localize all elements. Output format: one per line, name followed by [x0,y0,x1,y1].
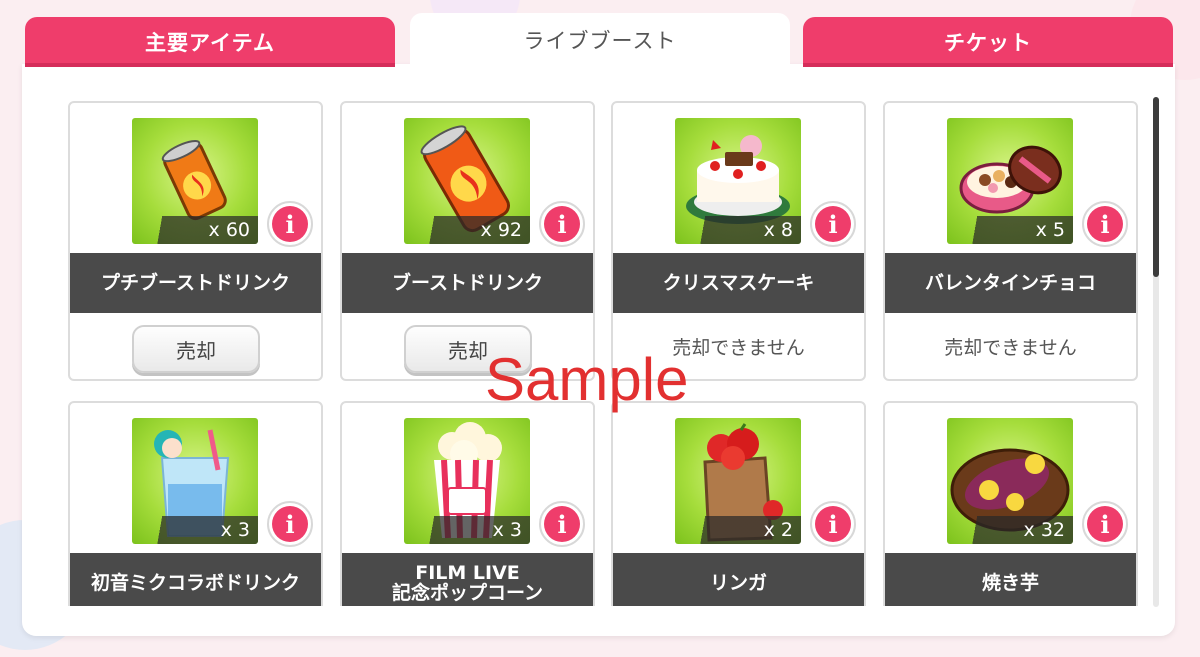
item-card: x 32 i 焼き芋 [883,401,1138,606]
info-button[interactable]: i [810,201,856,247]
item-name: 焼き芋 [885,553,1136,606]
sample-watermark: Sample [485,346,689,413]
christmas-cake-icon: x 8 [675,118,801,244]
small-drink-can-icon: x 60 [132,118,258,244]
chocolate-box-icon: x 5 [947,118,1073,244]
item-card: x 92 i ブーストドリンク 売却 [340,101,595,381]
item-quantity: x 60 [148,216,258,244]
info-button[interactable]: i [267,501,313,547]
tab-tickets[interactable]: チケット [803,17,1173,67]
info-icon: i [1087,506,1123,542]
info-icon: i [815,506,851,542]
item-card: x 3 i 初音ミクコラボドリンク [68,401,323,606]
item-quantity: x 3 [148,516,258,544]
info-button[interactable]: i [810,501,856,547]
item-name: リンガ [613,553,864,606]
item-card: x 8 i クリスマスケーキ 売却できません [611,101,866,381]
apple-bag-icon: x 2 [675,418,801,544]
item-name: FILM LIVE 記念ポップコーン [342,553,593,606]
item-quantity: x 3 [420,516,530,544]
scrollbar-thumb[interactable] [1153,97,1159,277]
info-icon: i [272,206,308,242]
not-sellable-label: 売却できません [944,337,1077,359]
miku-drink-icon: x 3 [132,418,258,544]
item-name: ブーストドリンク [342,253,593,313]
sell-button[interactable]: 売却 [132,325,260,373]
info-icon: i [544,506,580,542]
item-name: 初音ミクコラボドリンク [70,553,321,606]
info-button[interactable]: i [539,501,585,547]
info-button[interactable]: i [1082,501,1128,547]
item-card: x 3 i FILM LIVE 記念ポップコーン [340,401,595,606]
item-quantity: x 8 [691,216,801,244]
scrollbar[interactable] [1153,97,1159,607]
item-card: x 2 i リンガ [611,401,866,606]
info-button[interactable]: i [539,201,585,247]
item-quantity: x 5 [963,216,1073,244]
item-name: プチブーストドリンク [70,253,321,313]
drink-can-icon: x 92 [404,118,530,244]
popcorn-icon: x 3 [404,418,530,544]
item-name: クリスマスケーキ [613,253,864,313]
info-icon: i [815,206,851,242]
info-icon: i [544,206,580,242]
sweet-potato-icon: x 32 [947,418,1073,544]
info-icon: i [272,506,308,542]
tab-main-items[interactable]: 主要アイテム [25,17,395,67]
info-button[interactable]: i [267,201,313,247]
item-card: x 5 i バレンタインチョコ 売却できません [883,101,1138,381]
info-button[interactable]: i [1082,201,1128,247]
item-quantity: x 92 [420,216,530,244]
item-card: x 60 i プチブーストドリンク 売却 [68,101,323,381]
item-name: バレンタインチョコ [885,253,1136,313]
info-icon: i [1087,206,1123,242]
tab-live-boost[interactable]: ライブブースト [410,13,790,67]
item-quantity: x 2 [691,516,801,544]
item-quantity: x 32 [963,516,1073,544]
